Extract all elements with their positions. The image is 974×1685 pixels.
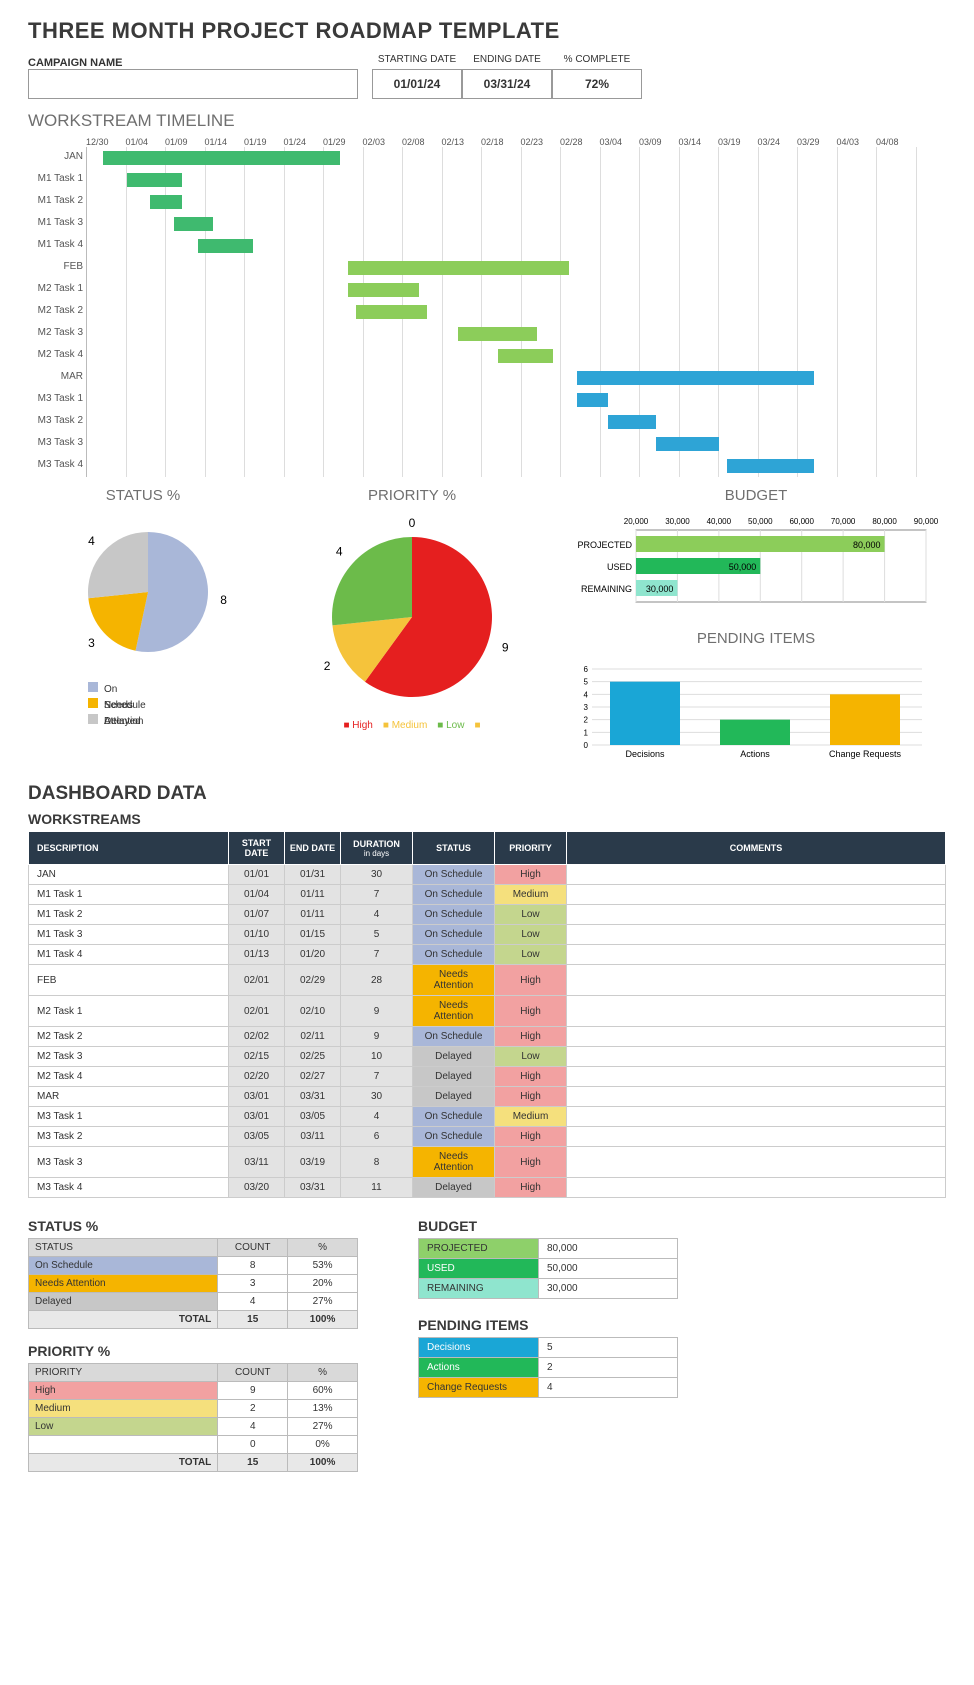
workstreams-table: DESCRIPTION START DATE END DATE DURATION…	[28, 831, 946, 1198]
starting-date-value: 01/01/24	[372, 69, 462, 99]
budget-section-title: BUDGET	[418, 1218, 678, 1234]
col-start: START DATE	[229, 832, 285, 865]
campaign-label: CAMPAIGN NAME	[28, 57, 358, 69]
svg-text:80,000: 80,000	[853, 540, 881, 550]
percent-complete-value: 72%	[552, 69, 642, 99]
svg-text:Decisions: Decisions	[625, 749, 665, 759]
svg-text:30,000: 30,000	[646, 584, 674, 594]
table-row: M1 Task 301/1001/155On ScheduleLow	[29, 925, 946, 945]
status-legend: On Schedule Needs Attention Delayed	[88, 680, 258, 728]
table-row: MAR03/0103/3130DelayedHigh	[29, 1087, 946, 1107]
table-row: M3 Task 103/0103/054On ScheduleMedium	[29, 1107, 946, 1127]
status-pie-chart: STATUS % 8 3 4 On Schedule Needs Attention…	[28, 487, 258, 765]
status-chart-title: STATUS %	[28, 487, 258, 504]
status-table: STATUSCOUNT% On Schedule853%Needs Attent…	[28, 1238, 358, 1329]
svg-text:60,000: 60,000	[789, 517, 814, 526]
svg-text:REMAINING: REMAINING	[581, 584, 632, 594]
svg-text:30,000: 30,000	[665, 517, 690, 526]
svg-text:0: 0	[409, 516, 416, 530]
budget-bar-chart: 20,000 30,000 40,000 50,000 60,000 70,000 80,0…	[566, 512, 946, 622]
priority-table: PRIORITYCOUNT% High960%Medium213%Low427%…	[28, 1363, 358, 1472]
svg-text:6: 6	[584, 665, 589, 674]
priority-legend: High Medium Low	[297, 720, 527, 731]
svg-text:80,000: 80,000	[872, 517, 897, 526]
table-row: M3 Task 403/2003/3111DelayedHigh	[29, 1178, 946, 1198]
table-row: M2 Task 102/0102/109Needs AttentionHigh	[29, 996, 946, 1027]
svg-text:9: 9	[502, 640, 509, 654]
table-row: FEB02/0102/2928Needs AttentionHigh	[29, 965, 946, 996]
table-row: M2 Task 402/2002/277DelayedHigh	[29, 1067, 946, 1087]
pending-bar-chart: 0 1 2 3 4 5 6 Decisions Actions Change Requests	[566, 655, 946, 765]
dashboard-data-title: DASHBOARD DATA	[28, 783, 946, 805]
svg-text:5: 5	[584, 678, 589, 687]
svg-text:0: 0	[584, 741, 589, 750]
priority-chart-title: PRIORITY %	[297, 487, 527, 504]
col-description: DESCRIPTION	[29, 832, 229, 865]
table-row: JAN01/0101/3130On ScheduleHigh	[29, 865, 946, 885]
svg-text:Change Requests: Change Requests	[829, 749, 902, 759]
svg-text:8: 8	[220, 593, 227, 607]
page-title: THREE MONTH PROJECT ROADMAP TEMPLATE	[28, 18, 946, 44]
table-row: M1 Task 401/1301/207On ScheduleLow	[29, 945, 946, 965]
pending-chart-title: PENDING ITEMS	[566, 630, 946, 647]
timeline-title: WORKSTREAM TIMELINE	[28, 111, 946, 131]
svg-text:PROJECTED: PROJECTED	[577, 540, 632, 550]
starting-date-label: STARTING DATE	[372, 54, 462, 65]
priority-pie-chart: PRIORITY % 9 2 4 0 High Medium Low	[297, 487, 527, 765]
ending-date-value: 03/31/24	[462, 69, 552, 99]
col-duration: DURATIONin days	[341, 832, 413, 865]
svg-text:2: 2	[584, 716, 589, 725]
svg-text:4: 4	[336, 544, 343, 558]
table-row: M1 Task 201/0701/114On ScheduleLow	[29, 905, 946, 925]
percent-complete-label: % COMPLETE	[552, 54, 642, 65]
svg-text:40,000: 40,000	[707, 517, 732, 526]
priority-section-title: PRIORITY %	[28, 1343, 358, 1359]
svg-text:20,000: 20,000	[624, 517, 649, 526]
svg-text:2: 2	[324, 659, 331, 673]
svg-text:3: 3	[584, 703, 589, 712]
svg-text:50,000: 50,000	[729, 562, 757, 572]
status-section-title: STATUS %	[28, 1218, 358, 1234]
workstreams-title: WORKSTREAMS	[28, 811, 946, 827]
budget-table: PROJECTED80,000USED50,000REMAINING30,000	[418, 1238, 678, 1299]
svg-text:1: 1	[584, 728, 589, 737]
gantt-chart: 12/3001/0401/0901/1401/1901/2401/2902/03…	[28, 137, 946, 477]
svg-text:Actions: Actions	[740, 749, 770, 759]
col-status: STATUS	[413, 832, 495, 865]
svg-text:4: 4	[584, 690, 589, 699]
col-comments: COMMENTS	[567, 832, 946, 865]
svg-text:90,000: 90,000	[914, 517, 939, 526]
svg-text:4: 4	[88, 534, 95, 548]
campaign-name-input[interactable]	[28, 69, 358, 99]
svg-text:USED: USED	[607, 562, 633, 572]
col-priority: PRIORITY	[495, 832, 567, 865]
svg-text:70,000: 70,000	[831, 517, 856, 526]
budget-chart-title: BUDGET	[566, 487, 946, 504]
svg-text:50,000: 50,000	[748, 517, 773, 526]
table-row: M3 Task 203/0503/116On ScheduleHigh	[29, 1127, 946, 1147]
table-row: M3 Task 303/1103/198Needs AttentionHigh	[29, 1147, 946, 1178]
table-row: M2 Task 302/1502/2510DelayedLow	[29, 1047, 946, 1067]
header-info: CAMPAIGN NAME STARTING DATE 01/01/24 END…	[28, 54, 946, 99]
pending-table: Decisions5Actions2Change Requests4	[418, 1337, 678, 1398]
table-row: M2 Task 202/0202/119On ScheduleHigh	[29, 1027, 946, 1047]
svg-text:3: 3	[88, 636, 95, 650]
col-end: END DATE	[285, 832, 341, 865]
table-row: M1 Task 101/0401/117On ScheduleMedium	[29, 885, 946, 905]
pending-section-title: PENDING ITEMS	[418, 1317, 678, 1333]
ending-date-label: ENDING DATE	[462, 54, 552, 65]
